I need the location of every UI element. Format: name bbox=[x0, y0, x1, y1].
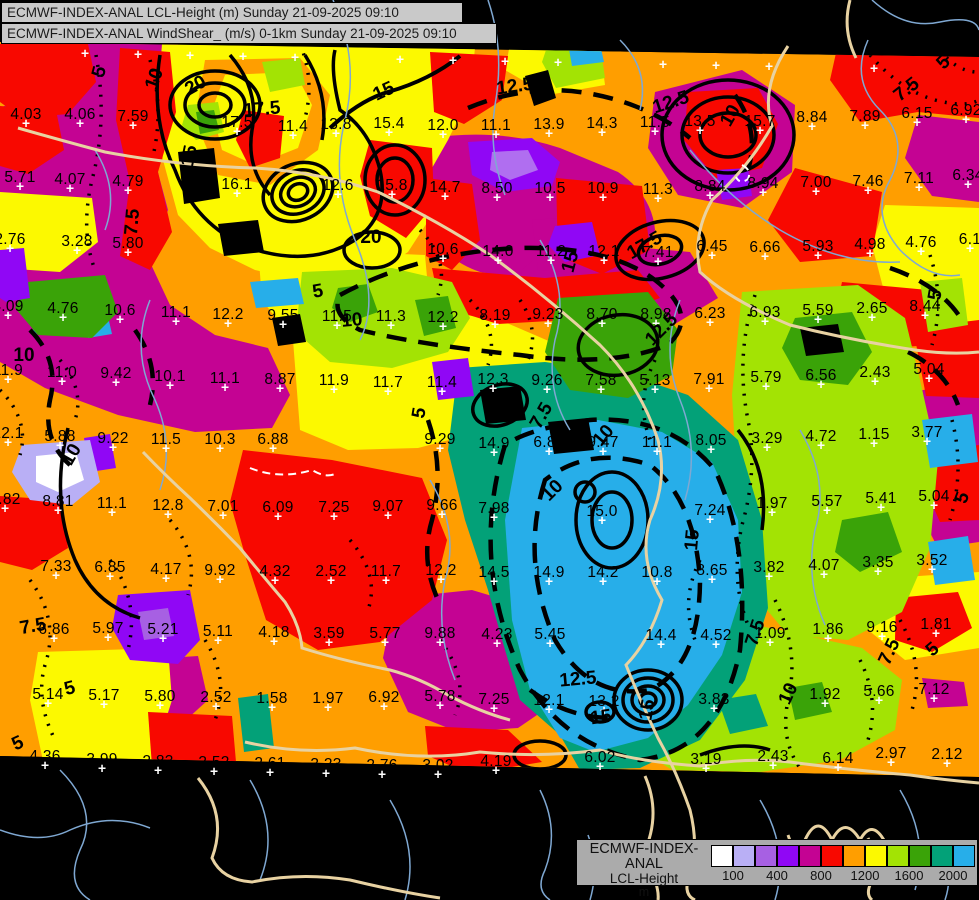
weather-map-screen: 4.03 +4.06 +7.59 +17.5 +11.4 +13.8 +15.4 +12.0 +… bbox=[0, 0, 979, 900]
legend-text-block: ECMWF-INDEX-ANAL LCL-Height m bbox=[579, 842, 709, 899]
legend-swatch bbox=[865, 845, 887, 867]
legend-tick-label: 100 bbox=[722, 868, 744, 883]
legend-parameter: LCL-Height bbox=[609, 871, 679, 886]
legend-box: ECMWF-INDEX-ANAL LCL-Height m 100 400 800 1… bbox=[576, 839, 978, 899]
legend-tick-label: 800 bbox=[810, 868, 832, 883]
title-bar-windshear: ECMWF-INDEX-ANAL WindShear_ (m/s) 0-1km … bbox=[1, 23, 497, 44]
legend-swatch bbox=[799, 845, 821, 867]
legend-tick-label: 2000 bbox=[938, 868, 968, 883]
weather-map-canvas bbox=[0, 0, 979, 900]
legend-swatch bbox=[843, 845, 865, 867]
legend-swatch bbox=[953, 845, 975, 867]
title-bar-lcl: ECMWF-INDEX-ANAL LCL-Height (m) Sunday 2… bbox=[1, 2, 463, 23]
legend-tick-label: 400 bbox=[766, 868, 788, 883]
lcl-fill-layer bbox=[0, 42, 979, 777]
legend-swatch bbox=[777, 845, 799, 867]
legend-swatch bbox=[887, 845, 909, 867]
legend-tick-labels: 100 400 800 1200 1600 2000 bbox=[711, 868, 975, 883]
legend-tick-label: 1600 bbox=[894, 868, 924, 883]
legend-swatch bbox=[931, 845, 953, 867]
legend-tick-label: 1200 bbox=[850, 868, 880, 883]
legend-title: ECMWF-INDEX-ANAL bbox=[589, 841, 699, 872]
legend-swatch bbox=[909, 845, 931, 867]
legend-unit: m bbox=[638, 885, 650, 899]
legend-swatch bbox=[733, 845, 755, 867]
legend-swatch bbox=[821, 845, 843, 867]
legend-swatch bbox=[711, 845, 733, 867]
title-lcl-text: ECMWF-INDEX-ANAL LCL-Height (m) Sunday 2… bbox=[7, 5, 399, 20]
legend-swatch bbox=[755, 845, 777, 867]
title-windshear-text: ECMWF-INDEX-ANAL WindShear_ (m/s) 0-1km … bbox=[7, 26, 457, 41]
legend-color-scale bbox=[711, 845, 975, 867]
